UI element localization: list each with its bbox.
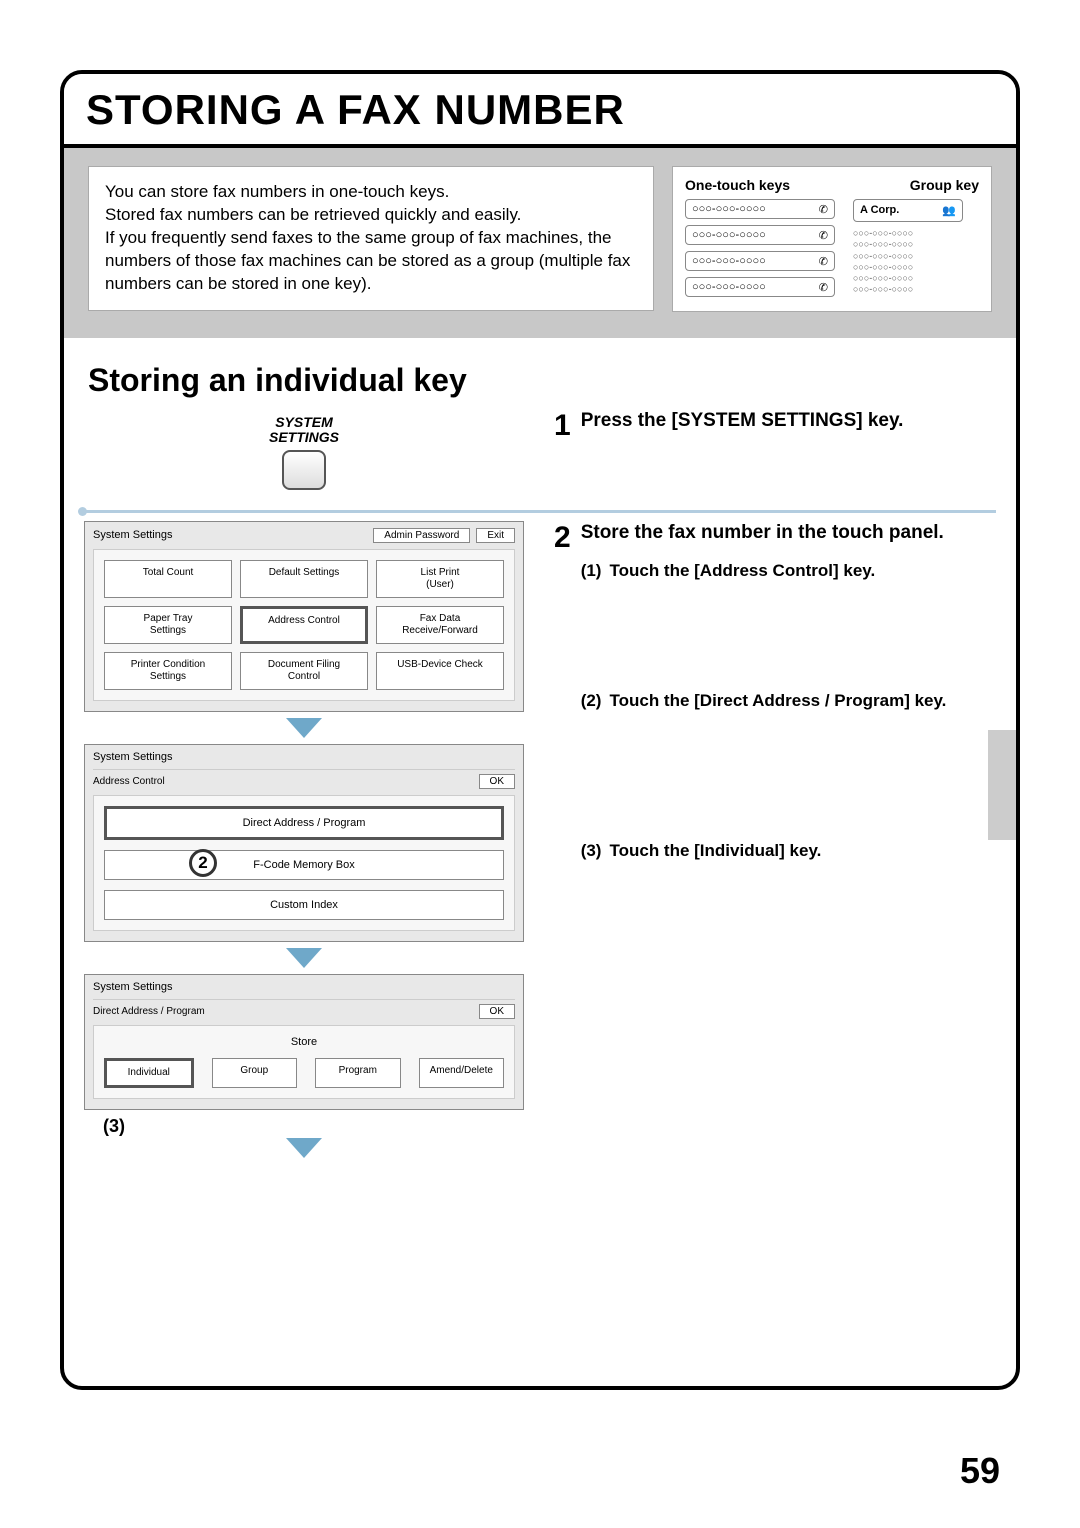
substep-idx: (1)	[581, 561, 602, 581]
store-label: Store	[104, 1036, 504, 1048]
usb-check-button[interactable]: USB-Device Check	[376, 652, 504, 690]
hardkey-label: SYSTEM SETTINGS	[84, 415, 524, 446]
list-print-button[interactable]: List Print (User)	[376, 560, 504, 598]
breadcrumb: Direct Address / Program	[93, 1006, 205, 1017]
step-2: System Settings Admin Password Exit Tota…	[64, 521, 1016, 1174]
onetouch-key: ○○○-○○○-○○○○✆	[685, 225, 835, 245]
system-settings-hardkey[interactable]	[282, 450, 326, 490]
arrow-down-icon	[286, 718, 322, 738]
onetouch-key: ○○○-○○○-○○○○✆	[685, 199, 835, 219]
custom-index-button[interactable]: Custom Index	[104, 890, 504, 920]
step-number-1: 1	[554, 409, 571, 441]
fax-data-button[interactable]: Fax Data Receive/Forward	[376, 606, 504, 644]
document-filing-button[interactable]: Document Filing Control	[240, 652, 368, 690]
step-2-head: Store the fax number in the touch panel.	[581, 521, 947, 546]
phone-icon: ✆	[819, 255, 828, 268]
direct-address-program-button[interactable]: Direct Address / Program	[104, 806, 504, 840]
default-settings-button[interactable]: Default Settings	[240, 560, 368, 598]
substep-1: Touch the [Address Control] key.	[609, 561, 875, 581]
divider	[84, 510, 996, 513]
screen-title: System Settings	[93, 529, 172, 541]
ok-button[interactable]: OK	[479, 774, 515, 789]
page-title: STORING A FAX NUMBER	[86, 86, 994, 134]
substep-idx: (3)	[581, 841, 602, 861]
paper-tray-button[interactable]: Paper Tray Settings	[104, 606, 232, 644]
step-number-2: 2	[554, 521, 571, 553]
group-number: ○○○-○○○-○○○○	[853, 239, 963, 250]
phone-icon: ✆	[819, 281, 828, 294]
phone-icon: ✆	[819, 229, 828, 242]
screen-address-control: System Settings Address Control OK Direc…	[84, 744, 524, 942]
substep-idx: (2)	[581, 691, 602, 711]
page-number: 59	[960, 1450, 1000, 1492]
intro-block: You can store fax numbers in one-touch k…	[64, 148, 1016, 338]
side-tab	[988, 730, 1016, 840]
arrow-down-icon	[286, 1138, 322, 1158]
key-illustration: One-touch keys Group key ○○○-○○○-○○○○✆ ○…	[672, 166, 992, 312]
screen-title: System Settings	[93, 981, 172, 993]
amend-delete-button[interactable]: Amend/Delete	[419, 1058, 505, 1088]
individual-button[interactable]: Individual	[104, 1058, 194, 1088]
group-number: ○○○-○○○-○○○○	[853, 273, 963, 284]
onetouch-key: ○○○-○○○-○○○○✆	[685, 277, 835, 297]
onetouch-label: One-touch keys	[685, 177, 790, 193]
admin-password-button[interactable]: Admin Password	[373, 528, 470, 543]
address-control-button[interactable]: Address Control	[240, 606, 368, 644]
step-1: SYSTEM SETTINGS 1 Press the [SYSTEM SETT…	[64, 409, 1016, 500]
group-number: ○○○-○○○-○○○○	[853, 284, 963, 295]
phone-icon: ✆	[819, 203, 828, 216]
group-button[interactable]: Group	[212, 1058, 298, 1088]
intro-text: You can store fax numbers in one-touch k…	[88, 166, 654, 311]
total-count-button[interactable]: Total Count	[104, 560, 232, 598]
title-band: STORING A FAX NUMBER	[64, 74, 1016, 148]
section-title: Storing an individual key	[88, 362, 1016, 399]
screen-direct-address: System Settings Direct Address / Program…	[84, 974, 524, 1110]
step-1-text: Press the [SYSTEM SETTINGS] key.	[581, 409, 904, 434]
ok-button[interactable]: OK	[479, 1004, 515, 1019]
group-number: ○○○-○○○-○○○○	[853, 228, 963, 239]
screen-title: System Settings	[93, 751, 172, 763]
page-frame: STORING A FAX NUMBER You can store fax n…	[60, 70, 1020, 1390]
program-button[interactable]: Program	[315, 1058, 401, 1088]
exit-button[interactable]: Exit	[476, 528, 515, 543]
substep-3: Touch the [Individual] key.	[609, 841, 821, 861]
group-number: ○○○-○○○-○○○○	[853, 251, 963, 262]
breadcrumb: Address Control	[93, 776, 165, 787]
group-number: ○○○-○○○-○○○○	[853, 262, 963, 273]
group-label: Group key	[910, 177, 979, 193]
callout-2: 2	[189, 849, 217, 877]
printer-condition-button[interactable]: Printer Condition Settings	[104, 652, 232, 690]
group-icon: 👥	[942, 204, 956, 217]
arrow-down-icon	[286, 948, 322, 968]
screen-system-settings: System Settings Admin Password Exit Tota…	[84, 521, 524, 712]
fcode-memory-box-button[interactable]: F-Code Memory Box 2	[104, 850, 504, 880]
group-key-card: A Corp.👥	[853, 199, 963, 222]
callout-3: (3)	[103, 1116, 125, 1137]
substep-2: Touch the [Direct Address / Program] key…	[609, 691, 946, 711]
onetouch-key: ○○○-○○○-○○○○✆	[685, 251, 835, 271]
